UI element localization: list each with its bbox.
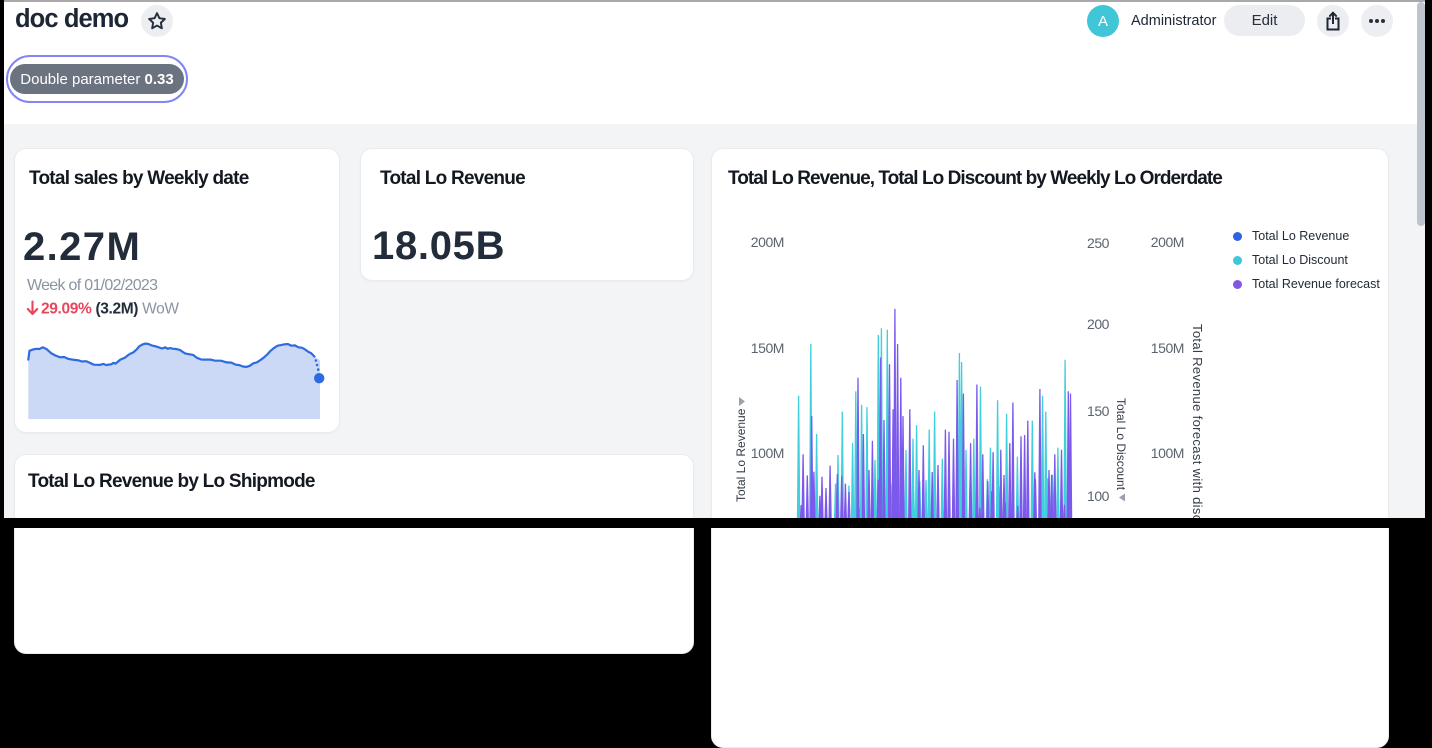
svg-text:Total Lo Discount: Total Lo Discount: [1114, 398, 1128, 491]
svg-text:Total Lo Revenue: Total Lo Revenue: [734, 408, 748, 502]
svg-text:Total Revenue forecast with di: Total Revenue forecast with discount: [1190, 324, 1205, 518]
